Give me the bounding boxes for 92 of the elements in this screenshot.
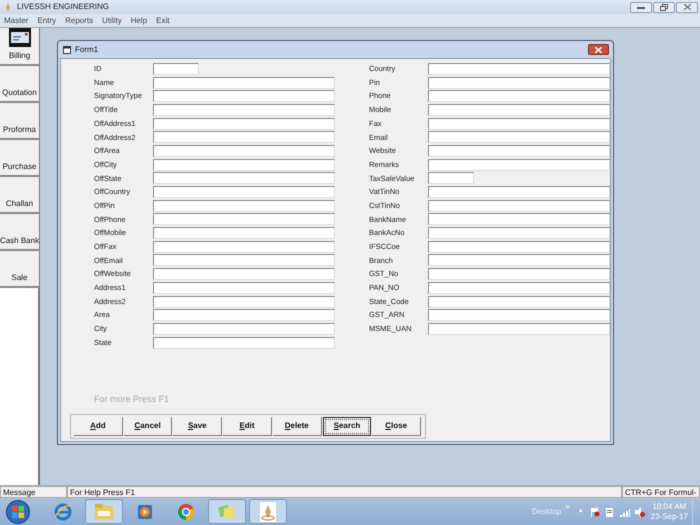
text-field[interactable] — [153, 172, 335, 184]
text-field[interactable] — [428, 104, 610, 116]
text-field[interactable] — [153, 104, 335, 116]
restore-button[interactable] — [653, 2, 675, 12]
close-icon — [684, 4, 690, 10]
text-field[interactable] — [428, 118, 610, 130]
toolbar-button[interactable]: Save — [173, 416, 222, 436]
sidebar-button[interactable]: Proforma — [0, 103, 39, 140]
sidebar-button[interactable]: Sale — [0, 251, 39, 288]
form-icon — [63, 46, 71, 54]
taskbar-button[interactable] — [208, 499, 246, 524]
text-field[interactable] — [428, 309, 610, 322]
menu-item[interactable]: Entry — [37, 14, 56, 26]
sidebar-button[interactable]: Challan — [0, 177, 39, 214]
menu-item[interactable]: Exit — [156, 14, 170, 26]
text-field[interactable] — [428, 282, 610, 294]
close-button[interactable] — [676, 2, 698, 12]
text-field[interactable] — [428, 213, 610, 226]
toolbar-button[interactable]: Search — [322, 416, 372, 436]
speaker-muted-icon[interactable] — [634, 506, 645, 516]
start-button[interactable] — [6, 500, 30, 524]
help-hint: For more Press F1 — [94, 393, 170, 406]
text-field[interactable] — [153, 227, 335, 240]
close-icon — [595, 46, 602, 52]
text-field[interactable] — [153, 118, 335, 130]
text-field[interactable] — [153, 62, 199, 75]
app-title: LIVESSH ENGINEERING — [17, 1, 110, 13]
text-field[interactable] — [428, 322, 610, 335]
signal-bars-icon[interactable] — [620, 506, 630, 516]
text-field[interactable] — [153, 144, 335, 157]
flag-icon[interactable] — [590, 506, 600, 516]
chrome-icon — [176, 502, 196, 522]
text-field[interactable] — [153, 282, 335, 294]
sidebar-button[interactable]: Billing — [0, 28, 39, 66]
menu-item[interactable]: Master — [4, 14, 28, 26]
sidebar-button[interactable]: Cash Bank — [0, 214, 39, 251]
emblem-icon — [4, 2, 12, 12]
menu-item[interactable]: Reports — [65, 14, 94, 26]
text-field[interactable] — [153, 131, 335, 144]
text-field[interactable] — [153, 254, 335, 266]
menu-item[interactable]: Utility — [102, 14, 122, 26]
sidebar-button[interactable]: Purchase — [0, 140, 39, 177]
text-field[interactable] — [153, 296, 335, 308]
folder-icon — [93, 502, 115, 522]
toolbar-button[interactable]: Delete — [272, 416, 322, 436]
text-field[interactable] — [428, 90, 610, 102]
text-field[interactable] — [428, 254, 610, 266]
clipboard-icon[interactable] — [604, 506, 615, 516]
status-panel: For Help Press F1 — [67, 486, 622, 498]
text-field[interactable] — [428, 227, 610, 240]
text-field[interactable] — [428, 186, 610, 198]
sidebar-button[interactable]: Quotation — [0, 66, 39, 103]
status-panel: CTR+G For Formul- — [622, 486, 700, 498]
text-field[interactable] — [428, 172, 474, 184]
text-field[interactable] — [153, 268, 335, 280]
windows-logo-icon — [12, 506, 24, 518]
text-field[interactable] — [153, 200, 335, 212]
taskbar-button[interactable] — [249, 499, 287, 524]
close-button[interactable] — [588, 44, 609, 55]
browser-e-icon — [53, 502, 73, 522]
text-field[interactable] — [153, 322, 335, 335]
toolbar-button[interactable]: Add — [74, 416, 123, 436]
toolbar-button[interactable]: Cancel — [124, 416, 172, 436]
text-field[interactable] — [428, 76, 610, 89]
text-field[interactable] — [428, 144, 610, 157]
text-field[interactable] — [428, 62, 610, 75]
clock-time: 10:04 AM — [652, 502, 686, 512]
text-field[interactable] — [153, 336, 335, 349]
text-field[interactable] — [153, 186, 335, 198]
text-field[interactable] — [428, 131, 610, 144]
toolbar-button[interactable]: Close — [372, 416, 422, 436]
text-field[interactable] — [428, 240, 610, 253]
minimize-button[interactable] — [630, 2, 652, 12]
text-field[interactable] — [153, 76, 335, 89]
emblem-icon — [260, 502, 276, 522]
menu-item[interactable]: Help — [130, 14, 148, 26]
text-field[interactable] — [153, 90, 335, 102]
text-field[interactable] — [428, 200, 610, 212]
text-field[interactable] — [153, 213, 335, 226]
form-title: Form1 — [75, 44, 98, 56]
text-field[interactable] — [153, 309, 335, 322]
text-field[interactable] — [428, 158, 610, 171]
taskbar-button[interactable] — [85, 499, 123, 524]
minimize-icon — [637, 6, 645, 8]
text-field[interactable] — [153, 158, 335, 171]
text-field[interactable] — [428, 268, 610, 280]
status-panel: Message — [0, 486, 67, 498]
text-field[interactable] — [428, 296, 610, 308]
text-field[interactable] — [153, 240, 335, 253]
restore-icon — [660, 4, 668, 10]
clock-date: 23-Sep-17 — [650, 512, 688, 522]
toolbar-button[interactable]: Edit — [223, 416, 272, 436]
